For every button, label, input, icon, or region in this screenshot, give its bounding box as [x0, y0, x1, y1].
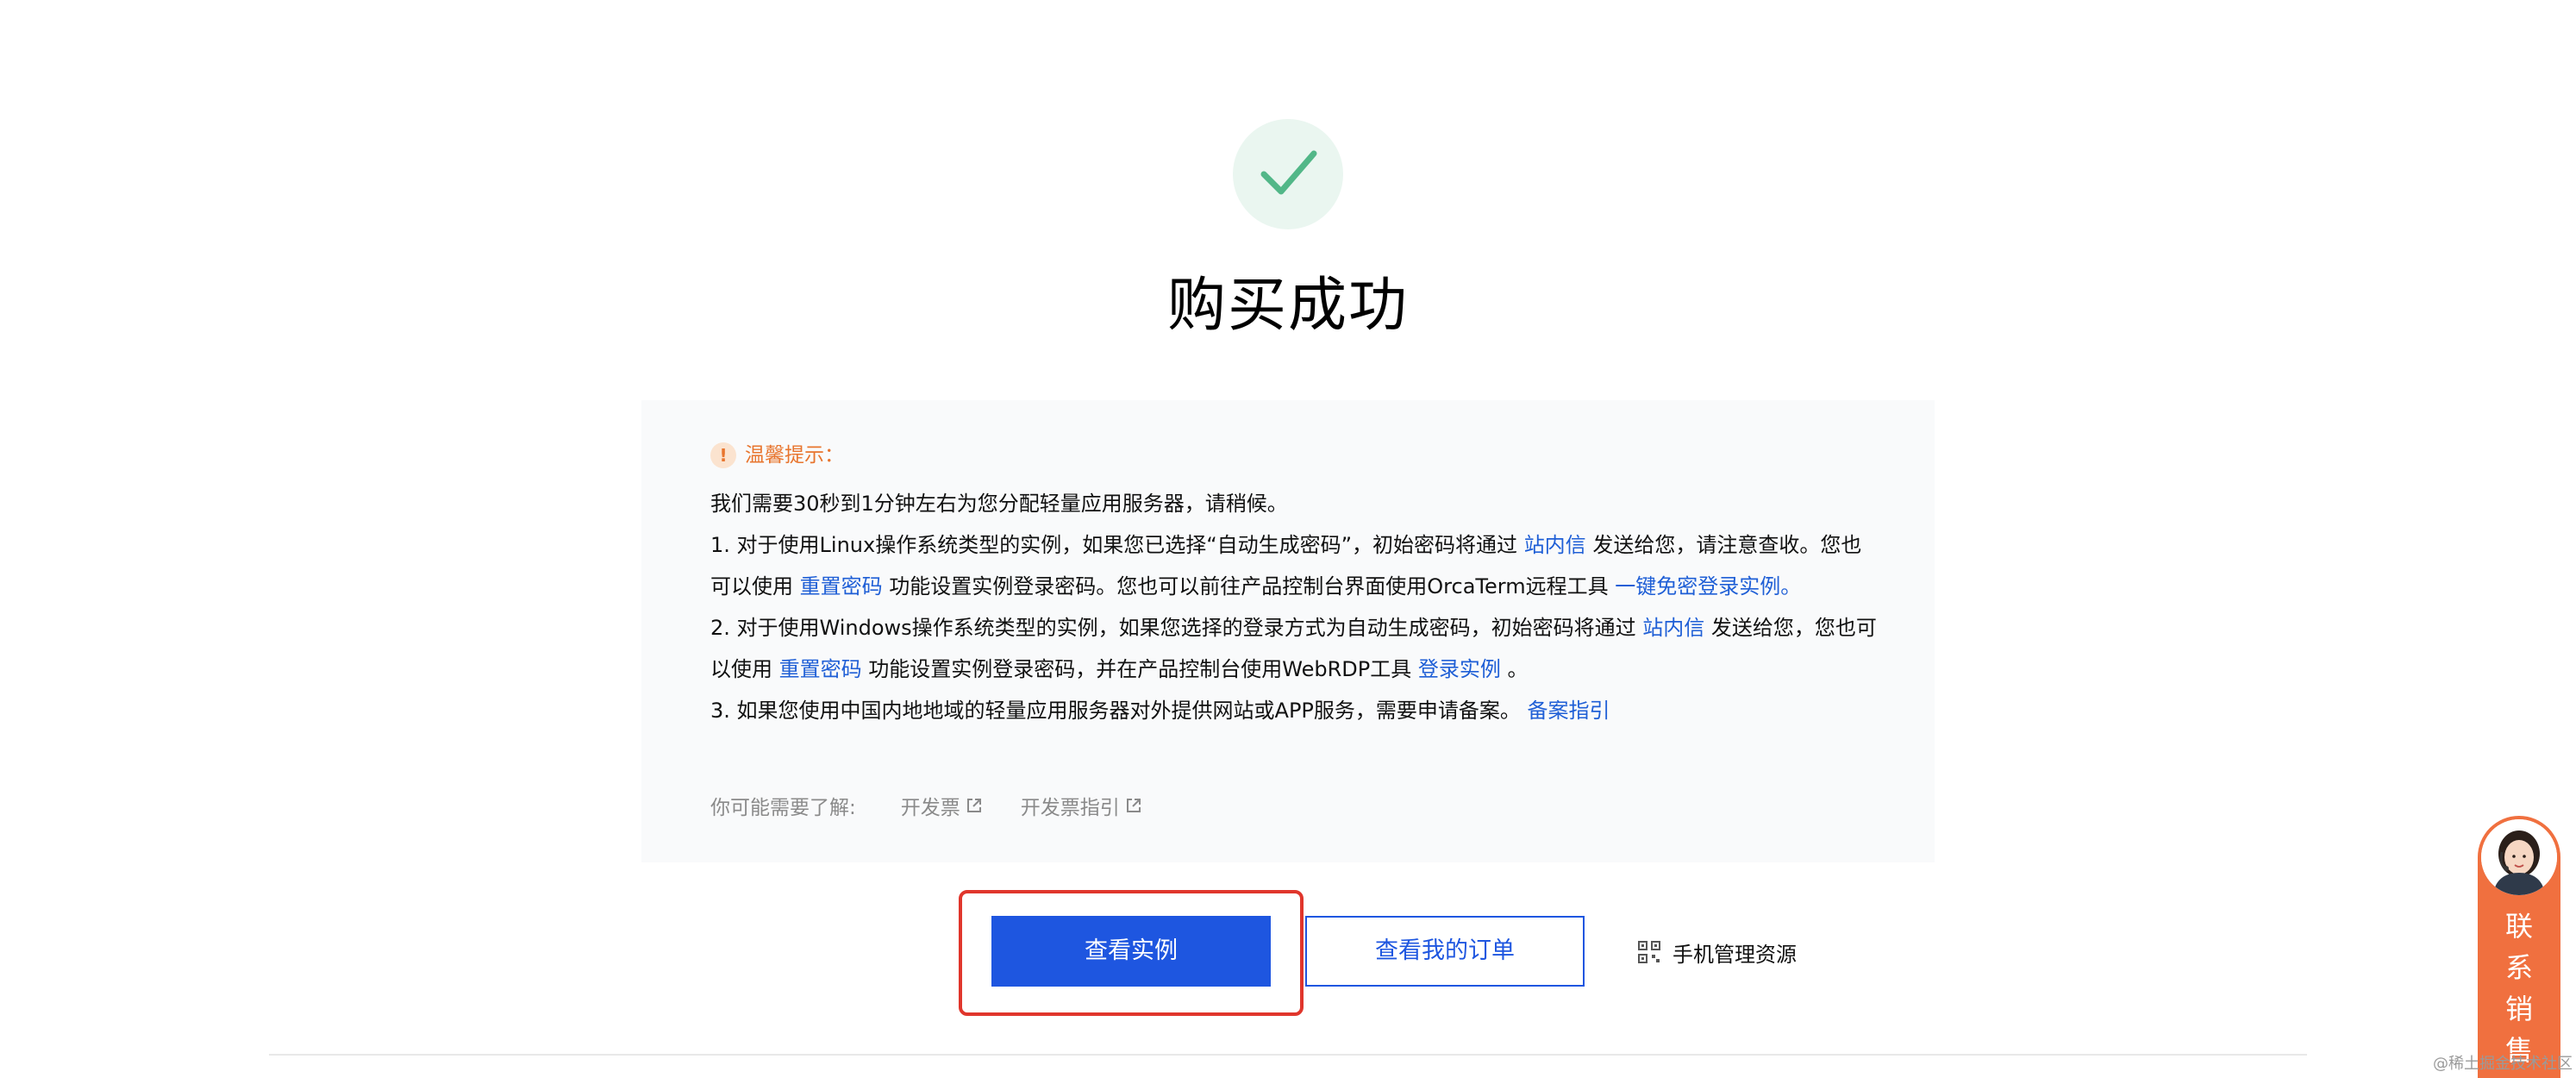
tip-header: ! 温馨提示：	[710, 438, 844, 473]
invoice-guide-link-label: 开发票指引	[1020, 797, 1120, 819]
tip-panel: ! 温馨提示： 我们需要30秒到1分钟左右为您分配轻量应用服务器，请稍候。 1.…	[641, 400, 1935, 862]
tip-text: 可以使用	[710, 574, 800, 599]
watermark: @稀土掘金技术社区	[2433, 1055, 2573, 1073]
site-message-link[interactable]: 站内信	[1642, 616, 1704, 640]
avatar	[2481, 819, 2557, 895]
qr-code-icon	[1638, 941, 1660, 963]
tip-line-intro: 我们需要30秒到1分钟左右为您分配轻量应用服务器，请稍候。	[710, 483, 1917, 524]
view-instance-button[interactable]: 查看实例	[991, 916, 1271, 987]
tip-text: 1. 对于使用Linux操作系统类型的实例，如果您已选择“自动生成密码”，初始密…	[710, 533, 1524, 557]
tip-line-linux-cont: 可以使用 重置密码 功能设置实例登录密码。您也可以前往产品控制台界面使用Orca…	[710, 566, 1917, 607]
tip-line-filing: 3. 如果您使用中国内地地域的轻量应用服务器对外提供网站或APP服务，需要申请备…	[710, 690, 1917, 731]
contact-char: 联	[2504, 910, 2533, 943]
contact-char: 系	[2504, 951, 2533, 984]
tip-text: 3. 如果您使用中国内地地域的轻量应用服务器对外提供网站或APP服务，需要申请备…	[710, 699, 1528, 723]
tip-body: 我们需要30秒到1分钟左右为您分配轻量应用服务器，请稍候。 1. 对于使用Lin…	[710, 483, 1917, 731]
external-link-icon	[1126, 799, 1141, 812]
tip-text: 以使用	[710, 657, 779, 681]
reset-password-link[interactable]: 重置密码	[779, 657, 862, 681]
tip-line-windows-cont: 以使用 重置密码 功能设置实例登录密码，并在产品控制台使用WebRDP工具 登录…	[710, 649, 1917, 690]
tip-text: 发送给您，请注意查收。您也	[1585, 533, 1862, 557]
view-orders-button[interactable]: 查看我的订单	[1305, 916, 1585, 987]
site-message-link[interactable]: 站内信	[1524, 533, 1586, 557]
tip-text: 功能设置实例登录密码，并在产品控制台使用WebRDP工具	[861, 657, 1418, 681]
contact-char: 销	[2504, 993, 2533, 1025]
invoice-link-label: 开发票	[900, 797, 960, 819]
mobile-manage-link[interactable]: 手机管理资源	[1638, 933, 1797, 971]
tip-line-linux: 1. 对于使用Linux操作系统类型的实例，如果您已选择“自动生成密码”，初始密…	[710, 524, 1917, 566]
exclamation-icon: !	[710, 442, 736, 468]
learn-more-label: 你可能需要了解:	[710, 797, 856, 819]
filing-guide-link[interactable]: 备案指引	[1528, 699, 1610, 723]
external-link-icon	[966, 799, 981, 812]
tip-text: 我们需要30秒到1分钟左右为您分配轻量应用服务器，请稍候。	[710, 492, 1288, 516]
tip-text: 发送给您，您也可	[1704, 616, 1877, 640]
check-icon	[1260, 150, 1317, 195]
agent-avatar-icon	[2481, 819, 2557, 895]
invoice-guide-link[interactable]: 开发票指引	[1021, 791, 1142, 820]
learn-more-row: 你可能需要了解: 开发票 开发票指引	[710, 788, 1142, 823]
tip-text: 。	[1500, 657, 1529, 681]
contact-sales-widget[interactable]: 联 系 销 售	[2478, 816, 2560, 1078]
contact-sales-label: 联 系 销 售	[2478, 906, 2560, 1071]
tip-text: 功能设置实例登录密码。您也可以前往产品控制台界面使用OrcaTerm远程工具	[882, 574, 1616, 599]
tip-line-windows: 2. 对于使用Windows操作系统类型的实例，如果您选择的登录方式为自动生成密…	[710, 607, 1917, 649]
invoice-link[interactable]: 开发票	[901, 791, 983, 820]
login-instance-link[interactable]: 登录实例	[1418, 657, 1501, 681]
success-badge	[1233, 119, 1343, 229]
page-title: 购买成功	[1166, 272, 1409, 340]
bottom-divider	[269, 1054, 2307, 1056]
mobile-manage-label: 手机管理资源	[1673, 942, 1797, 967]
reset-password-link[interactable]: 重置密码	[800, 574, 883, 599]
tip-title: 温馨提示：	[745, 444, 844, 467]
one-click-login-link[interactable]: 一键免密登录实例。	[1615, 574, 1801, 599]
tip-text: 2. 对于使用Windows操作系统类型的实例，如果您选择的登录方式为自动生成密…	[710, 616, 1643, 640]
